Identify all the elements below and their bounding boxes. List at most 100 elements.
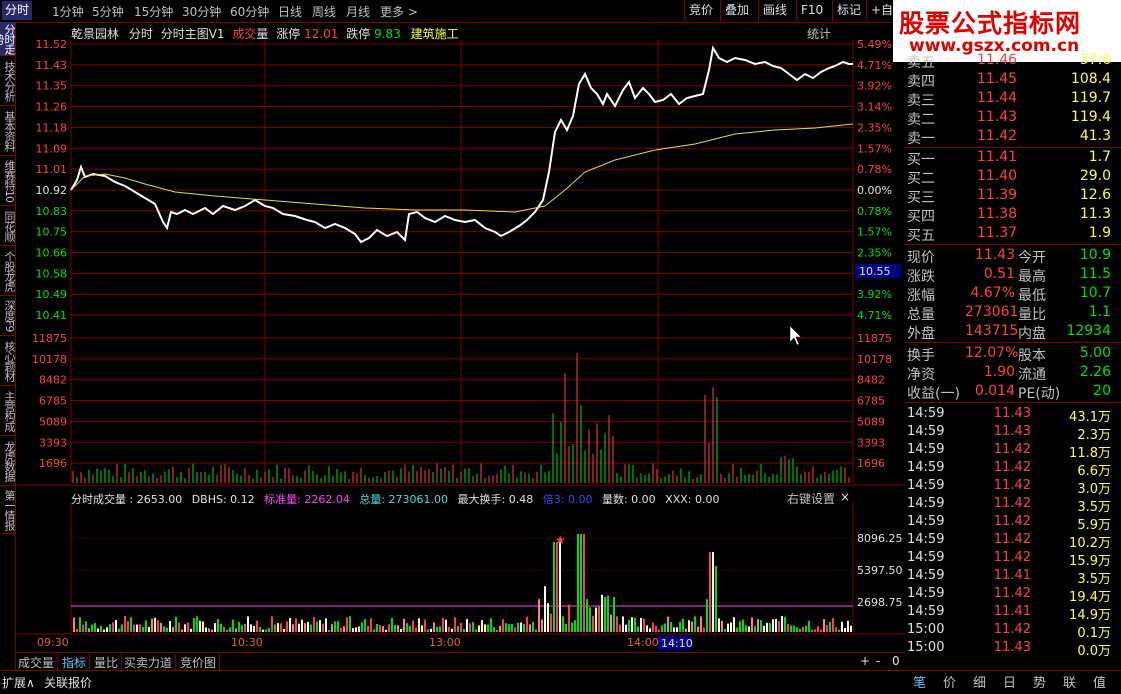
period-tab-6[interactable]: 日线 (278, 3, 302, 20)
indicator-bar (748, 626, 750, 632)
indicator-tab-0[interactable]: 成交量 (15, 654, 59, 671)
volume-tick-right: 1696 (857, 457, 885, 470)
sector-link[interactable]: 建筑施工 (411, 27, 459, 41)
side-tab-8[interactable]: 主营构成 (0, 386, 16, 436)
sell-level-label: 卖一 (907, 131, 935, 147)
detail-tab-6[interactable]: 值 (1093, 672, 1106, 691)
indicator-bar (235, 628, 237, 632)
indicator-bar (643, 618, 645, 632)
indicator-bar (547, 603, 549, 632)
related-quotes-button[interactable]: 关联报价 (44, 674, 92, 691)
quote-label-2: 内盘 (1018, 326, 1046, 342)
buy-level-price: 11.39 (977, 187, 1018, 203)
period-tab-8[interactable]: 月线 (346, 3, 370, 20)
toolbar-button-3[interactable]: F10 (796, 0, 827, 21)
indicator-bar (691, 621, 693, 632)
detail-tab-3[interactable]: 日 (1003, 672, 1016, 691)
indicator-max-turnover: 最大换手: 0.48 (457, 493, 534, 506)
indicator-bar (331, 624, 333, 632)
detail-tab-2[interactable]: 细 (973, 672, 986, 691)
indicator-bar (406, 623, 408, 632)
side-tab-0[interactable]: 分时走势 (0, 22, 16, 56)
detail-tab-5[interactable]: 联 (1063, 672, 1076, 691)
trade-time: 14:59 (907, 568, 945, 583)
side-tab-7[interactable]: 核心题材 (0, 336, 16, 386)
indicator-bar (463, 628, 465, 632)
period-tab-5[interactable]: 60分钟 (230, 3, 269, 20)
side-tab-3[interactable]: 维赛特10 (0, 156, 16, 206)
indicator-bar (664, 623, 666, 632)
side-tab-1[interactable]: 技术分析 (0, 56, 16, 106)
indicator-tab-3[interactable]: 买卖力道 (121, 654, 177, 671)
indicator-tab-2[interactable]: 量比 (91, 654, 123, 671)
volume-tick-right: 8482 (857, 374, 885, 387)
toolbar-button-1[interactable]: 叠加 (720, 0, 753, 21)
price-tick-left: 10.92 (36, 184, 68, 197)
quote-label-2: 今开 (1018, 250, 1046, 266)
zoom-control-1[interactable]: - (873, 654, 883, 668)
indicator-bar (712, 552, 714, 632)
indicator-bar (559, 542, 561, 632)
star-marker-icon: ★ (555, 533, 566, 547)
zoom-control-2[interactable]: 0 (889, 654, 903, 668)
indicator-bar (847, 620, 849, 632)
period-tab-9[interactable]: 更多 > (380, 3, 418, 20)
toolbar-button-4[interactable]: 标记 (832, 0, 865, 21)
trade-time: 14:59 (907, 550, 945, 565)
indicator-bar (115, 620, 117, 632)
side-tab-10[interactable]: 第一情报 (0, 486, 16, 534)
indicator-settings[interactable]: 右键设置 (787, 490, 835, 507)
price-tick-right: 0.78% (857, 205, 892, 218)
side-tab-4[interactable]: 同花顺 (0, 206, 16, 246)
detail-tab-4[interactable]: 势 (1033, 672, 1046, 691)
detail-tab-1[interactable]: 价 (943, 672, 956, 691)
sell-level-price: 11.45 (977, 71, 1018, 87)
indicator-bar (508, 624, 510, 632)
sell-level-volume: 108.4 (1070, 71, 1111, 87)
indicator-bar (97, 628, 99, 632)
period-tab-1[interactable]: 1分钟 (52, 3, 84, 20)
toolbar-button-2[interactable]: 画线 (758, 0, 791, 21)
trade-price: 11.42 (993, 478, 1031, 493)
trade-time: 14:59 (907, 406, 945, 421)
indicator-bar (94, 623, 96, 632)
period-tab-2[interactable]: 5分钟 (92, 3, 124, 20)
indicator-standard-volume: 标准量: 2262.04 (264, 493, 350, 506)
side-tab-5[interactable]: 个股龙虎 (0, 246, 16, 296)
stats-button[interactable]: 统计 (807, 25, 831, 42)
indicator-bar (307, 621, 309, 632)
trade-time: 14:59 (907, 442, 945, 457)
indicator-name[interactable]: 分时主图V1 (161, 27, 225, 41)
indicator-tab-4[interactable]: 竞价图 (177, 654, 221, 671)
indicator-bar (625, 624, 627, 632)
indicator-bar (829, 621, 831, 632)
indicator-bar (739, 621, 741, 632)
chart-canvas[interactable]: 11.52 5.49% 11.43 4.71% 11.35 3.92% 11.26 3.14%… (15, 22, 905, 652)
trade-row: 14:59 11.42 5.9万 (905, 514, 1121, 533)
side-tab-2[interactable]: 基本资料 (0, 106, 16, 156)
indicator-bar (223, 626, 225, 632)
period-tab-4[interactable]: 30分钟 (182, 3, 221, 20)
period-tab-7[interactable]: 周线 (312, 3, 336, 20)
side-tab-9[interactable]: 龙虎数据 (0, 436, 16, 486)
indicator-tab-1[interactable]: 指标 (59, 654, 91, 671)
trade-row: 14:59 11.41 3.5万 (905, 568, 1121, 587)
period-tab-0[interactable]: 分时 (2, 1, 33, 20)
indicator-bar (520, 622, 522, 632)
zoom-control-0[interactable]: + (857, 654, 873, 668)
indicator-bar (157, 620, 159, 632)
price-tag: 10.55 (859, 265, 891, 278)
indicator-bar (685, 628, 687, 632)
detail-tab-0[interactable]: 笔 (913, 672, 926, 691)
time-cursor: 14:10 (661, 637, 693, 650)
side-tab-6[interactable]: 深度F9 (0, 296, 16, 336)
indicator-bar (286, 621, 288, 632)
expand-button[interactable]: 扩展∧ (2, 674, 35, 691)
indicator-bar (826, 625, 828, 632)
intraday-chart[interactable]: 11.52 5.49% 11.43 4.71% 11.35 3.92% 11.26 3.14%… (15, 22, 905, 652)
indicator-bar (181, 629, 183, 632)
period-tab-3[interactable]: 15分钟 (134, 3, 173, 20)
indicator-close-icon[interactable]: × (840, 490, 850, 504)
toolbar-button-0[interactable]: 竞价 (684, 0, 717, 21)
price-tick-left: 11.52 (36, 38, 68, 51)
